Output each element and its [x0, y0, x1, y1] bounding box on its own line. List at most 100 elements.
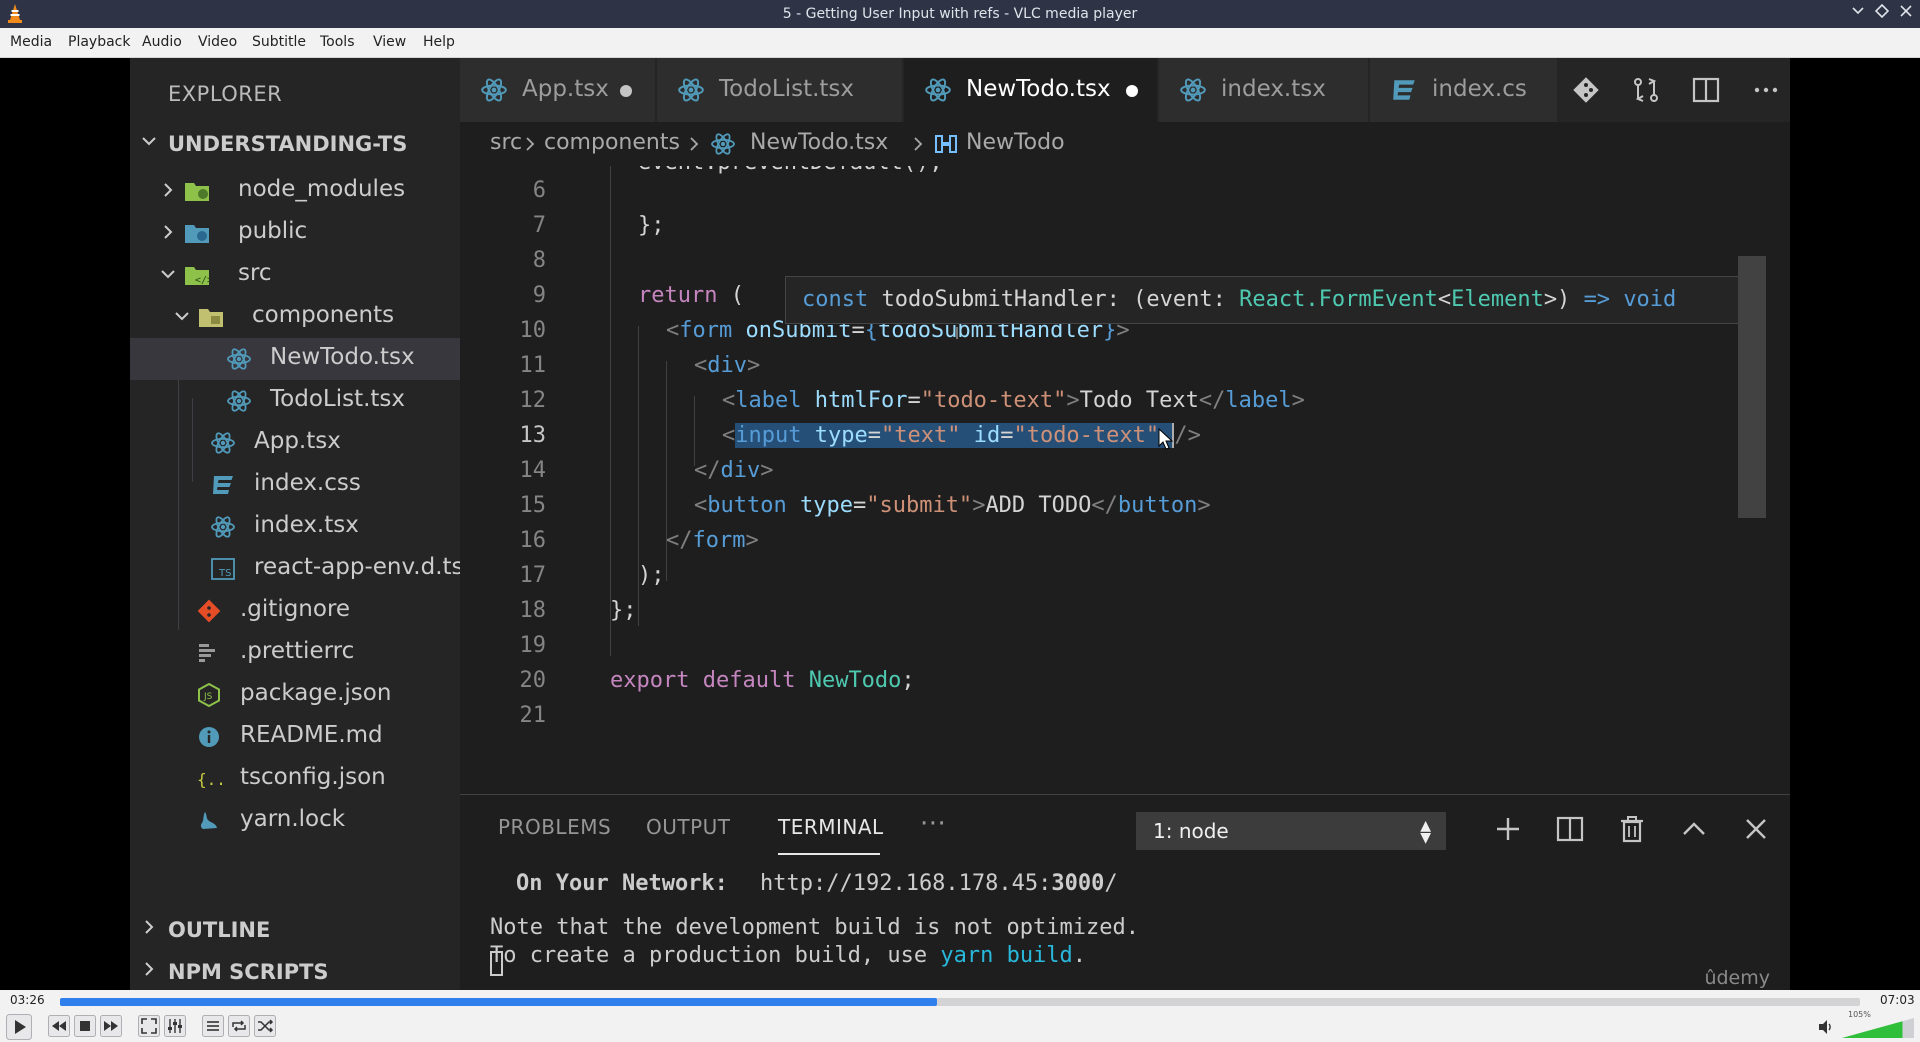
symbol-variable-icon: [935, 135, 957, 153]
loop-icon[interactable]: [228, 1015, 250, 1037]
code-line-20: export default NewTodo;: [610, 668, 915, 693]
menu-video[interactable]: Video: [198, 34, 237, 50]
code-editor[interactable]: event.preventDefault(); 6 7 8 9 10 11 12…: [460, 166, 1790, 794]
tree-item-index-css[interactable]: index.css: [130, 464, 460, 506]
tab-newtodo-tsx[interactable]: NewTodo.tsx: [904, 58, 1158, 122]
tree-item-label: tsconfig.json: [240, 764, 386, 790]
editor-scrollbar-thumb[interactable]: [1738, 256, 1766, 518]
tab-index-css[interactable]: index.cs: [1370, 58, 1558, 122]
tab-label: TodoList.tsx: [719, 76, 855, 102]
tree-item-label: .gitignore: [240, 596, 351, 622]
tree-item-node-modules[interactable]: node_modules: [130, 170, 460, 212]
react-icon: [481, 78, 507, 102]
more-actions-icon[interactable]: [1750, 74, 1782, 106]
menu-subtitle[interactable]: Subtitle: [252, 34, 306, 50]
seek-bar[interactable]: [60, 998, 1860, 1006]
terminal-network-url: http://192.168.178.45:3000/: [760, 871, 1118, 896]
line-number: 17: [519, 563, 547, 588]
menu-tools[interactable]: Tools: [320, 34, 355, 50]
tree-item-react-app-env[interactable]: TS react-app-env.d.ts: [130, 548, 464, 590]
npm-scripts-header[interactable]: NPM SCRIPTS: [130, 952, 460, 990]
explorer-title: EXPLORER: [168, 82, 283, 106]
code-line-9: return (: [638, 283, 744, 308]
tree-item-label: TodoList.tsx: [270, 386, 406, 412]
tab-index-tsx[interactable]: index.tsx: [1159, 58, 1369, 122]
playlist-icon[interactable]: [202, 1015, 224, 1037]
tree-item-yarn-lock[interactable]: yarn.lock: [130, 800, 460, 842]
maximize-button[interactable]: [1872, 3, 1892, 24]
tree-item-gitignore[interactable]: .gitignore: [130, 590, 460, 632]
hover-tooltip: const todoSubmitHandler: (event: React.F…: [785, 276, 1745, 324]
chevron-down-icon: [142, 137, 156, 146]
outline-header[interactable]: OUTLINE: [130, 910, 460, 952]
project-header[interactable]: UNDERSTANDING-TS: [130, 124, 460, 166]
breadcrumb-src[interactable]: src: [490, 130, 522, 155]
tree-item-newtodo[interactable]: NewTodo.tsx: [130, 338, 460, 380]
svg-text:TS: TS: [218, 568, 231, 579]
json-icon: {..}: [197, 770, 222, 789]
project-name: UNDERSTANDING-TS: [168, 132, 408, 156]
tree-item-prettierrc[interactable]: .prettierrc: [130, 632, 460, 674]
tab-label: NewTodo.tsx: [966, 76, 1111, 102]
terminal-output[interactable]: On Your Network: http://192.168.178.45:3…: [460, 795, 1790, 990]
open-changes-icon[interactable]: [1630, 74, 1662, 106]
svg-text:{..}: {..}: [197, 770, 222, 789]
line-number: 14: [519, 458, 547, 483]
prettier-icon: [199, 644, 215, 662]
tree-item-app[interactable]: App.tsx: [130, 422, 460, 464]
menu-help[interactable]: Help: [423, 34, 455, 50]
folder-src-icon: </>: [185, 267, 210, 286]
line-number: 8: [532, 248, 546, 273]
close-icon: [1900, 5, 1912, 17]
menu-playback[interactable]: Playback: [68, 34, 130, 50]
tree-item-readme[interactable]: README.md: [130, 716, 460, 758]
react-icon: [211, 432, 235, 454]
stop-icon[interactable]: [74, 1015, 96, 1037]
menu-view[interactable]: View: [373, 34, 406, 50]
minimize-button[interactable]: [1848, 4, 1868, 24]
previous-icon[interactable]: [48, 1015, 70, 1037]
tree-item-package-json[interactable]: JS package.json: [130, 674, 460, 716]
git-compare-icon[interactable]: [1570, 74, 1602, 106]
volume-icon[interactable]: [1817, 1018, 1835, 1036]
tree-item-src[interactable]: </> src: [130, 254, 460, 296]
shuffle-icon[interactable]: [254, 1015, 276, 1037]
tab-label: App.tsx: [522, 76, 609, 102]
menu-media[interactable]: Media: [10, 34, 52, 50]
css-icon: [213, 476, 233, 494]
close-window-button[interactable]: [1896, 4, 1916, 24]
tree-item-label: components: [252, 302, 395, 328]
chevron-down-icon: [1852, 7, 1864, 15]
tree-item-index-tsx[interactable]: index.tsx: [130, 506, 460, 548]
next-icon[interactable]: [100, 1015, 122, 1037]
fullscreen-icon[interactable]: [138, 1015, 160, 1037]
play-icon[interactable]: [6, 1014, 32, 1040]
tree-item-tsconfig[interactable]: {..} tsconfig.json: [130, 758, 460, 800]
breadcrumb-components[interactable]: components: [544, 130, 680, 155]
split-editor-icon[interactable]: [1690, 74, 1722, 106]
react-icon: [925, 78, 951, 102]
tree-item-components[interactable]: components: [130, 296, 460, 338]
tab-app-tsx[interactable]: App.tsx: [460, 58, 656, 122]
react-icon: [678, 78, 704, 102]
extended-settings-icon[interactable]: [164, 1015, 186, 1037]
line-number: 10: [519, 318, 547, 343]
video-frame[interactable]: EXPLORER UNDERSTANDING-TS node_modules p…: [0, 58, 1920, 990]
breadcrumb-symbol[interactable]: NewTodo: [966, 130, 1065, 155]
react-icon: [227, 348, 251, 370]
breadcrumb-file[interactable]: NewTodo.tsx: [750, 130, 888, 155]
outline-label: OUTLINE: [168, 918, 271, 942]
line-number: 12: [519, 388, 547, 413]
tree-item-label: .prettierrc: [240, 638, 355, 664]
line-number: 21: [519, 703, 547, 728]
chevron-down-icon: [175, 312, 189, 321]
terminal-note-1: Note that the development build is not o…: [490, 915, 1140, 940]
tree-item-todolist[interactable]: TodoList.tsx: [130, 380, 460, 422]
menu-audio[interactable]: Audio: [142, 34, 182, 50]
tree-item-label: App.tsx: [254, 428, 341, 454]
title-bar: 5 - Getting User Input with refs - VLC m…: [0, 0, 1920, 28]
volume-slider[interactable]: [1842, 1018, 1914, 1038]
line-number: 20: [519, 668, 547, 693]
tree-item-public[interactable]: public: [130, 212, 460, 254]
tab-todolist-tsx[interactable]: TodoList.tsx: [657, 58, 903, 122]
